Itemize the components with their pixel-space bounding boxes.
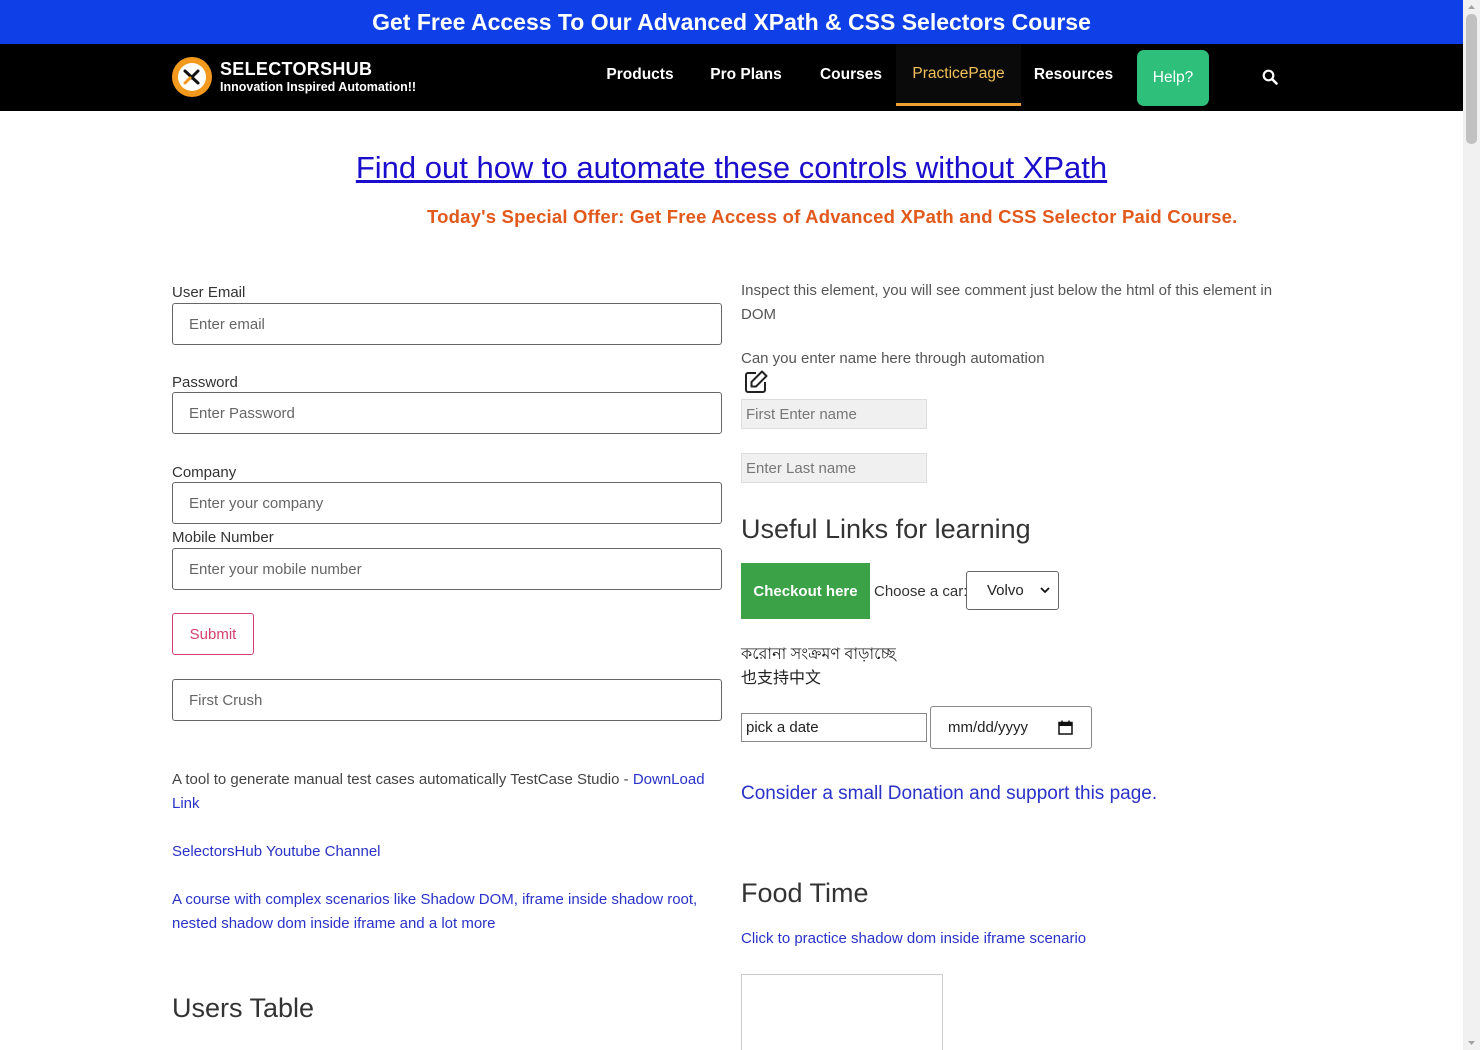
search-icon[interactable]: [1262, 69, 1278, 85]
date-placeholder: mm/dd/yyyy: [948, 719, 1029, 736]
top-navbar: SELECTORSHUB Innovation Inspired Automat…: [0, 44, 1463, 111]
page-headline: Find out how to automate these controls …: [0, 150, 1463, 186]
automate-without-xpath-link[interactable]: Find out how to automate these controls …: [356, 150, 1107, 185]
chinese-text: 也支持中文: [741, 670, 822, 687]
nav-pro-plans[interactable]: Pro Plans: [700, 44, 792, 106]
testcase-studio-text: A tool to generate manual test cases aut…: [172, 771, 705, 812]
promo-banner-text: Get Free Access To Our Advanced XPath & …: [372, 8, 1091, 35]
chevron-down-icon: [1040, 587, 1050, 594]
first-crush-placeholder: First Crush: [189, 691, 263, 709]
scrollbar-thumb[interactable]: [1466, 14, 1477, 144]
email-field[interactable]: Enter email: [172, 303, 722, 345]
nav-practice-page[interactable]: PracticePage: [896, 44, 1021, 106]
page-scrollbar[interactable]: [1463, 0, 1480, 1050]
special-offer-text[interactable]: Today's Special Offer: Get Free Access o…: [427, 206, 1238, 228]
nav-resources[interactable]: Resources: [1026, 44, 1121, 106]
date-input[interactable]: mm/dd/yyyy: [930, 706, 1092, 749]
help-button[interactable]: Help?: [1137, 50, 1209, 106]
email-label: User Email: [172, 284, 246, 301]
calendar-icon[interactable]: [1058, 720, 1073, 735]
mobile-placeholder: Enter your mobile number: [189, 560, 362, 578]
scroll-up-arrow-icon[interactable]: [1463, 0, 1480, 14]
first-crush-field[interactable]: First Crush: [172, 679, 722, 721]
inspect-element-text: Inspect this element, you will see comme…: [741, 282, 1273, 323]
course-link[interactable]: A course with complex scenarios like Sha…: [172, 888, 712, 936]
users-table-heading: Users Table: [172, 993, 315, 1023]
last-name-input[interactable]: Enter Last name: [741, 453, 927, 483]
food-time-heading: Food Time: [741, 878, 869, 908]
password-label: Password: [172, 374, 238, 391]
company-placeholder: Enter your company: [189, 494, 324, 512]
checkout-here-button[interactable]: Checkout here: [741, 563, 870, 619]
company-field[interactable]: Enter your company: [172, 482, 722, 524]
brand-logo[interactable]: SELECTORSHUB Innovation Inspired Automat…: [172, 57, 416, 97]
scroll-down-arrow-icon[interactable]: [1463, 1036, 1480, 1050]
nav-courses[interactable]: Courses: [810, 44, 892, 106]
enter-name-text: Can you enter name here through automati…: [741, 350, 1045, 367]
brand-title: SELECTORSHUB: [220, 59, 373, 80]
logo-icon: [172, 57, 212, 97]
youtube-channel-link[interactable]: SelectorsHub Youtube Channel: [172, 840, 381, 864]
edit-icon[interactable]: [743, 369, 769, 395]
car-selected-value: Volvo: [987, 582, 1024, 599]
password-placeholder: Enter Password: [189, 404, 295, 422]
mobile-label: Mobile Number: [172, 529, 274, 546]
pick-date-input[interactable]: pick a date: [741, 713, 927, 742]
nav-products[interactable]: Products: [596, 44, 684, 106]
first-name-input[interactable]: First Enter name: [741, 399, 927, 429]
shadow-iframe-link[interactable]: Click to practice shadow dom inside ifra…: [741, 927, 1086, 951]
submit-button[interactable]: Submit: [172, 613, 254, 655]
company-label: Company: [172, 464, 237, 481]
password-field[interactable]: Enter Password: [172, 392, 722, 434]
mobile-field[interactable]: Enter your mobile number: [172, 548, 722, 590]
donation-link[interactable]: Consider a small Donation and support th…: [741, 781, 1157, 807]
bengali-text: করোনা সংক্রমণ বাড়াচ্ছে: [741, 646, 896, 663]
food-iframe[interactable]: [741, 974, 943, 1050]
brand-tagline: Innovation Inspired Automation!!: [220, 80, 417, 95]
useful-links-heading: Useful Links for learning: [741, 514, 1031, 544]
choose-car-label: Choose a car:: [874, 583, 968, 600]
promo-banner[interactable]: Get Free Access To Our Advanced XPath & …: [0, 0, 1463, 44]
email-placeholder: Enter email: [189, 315, 265, 333]
car-select[interactable]: Volvo: [966, 571, 1059, 610]
